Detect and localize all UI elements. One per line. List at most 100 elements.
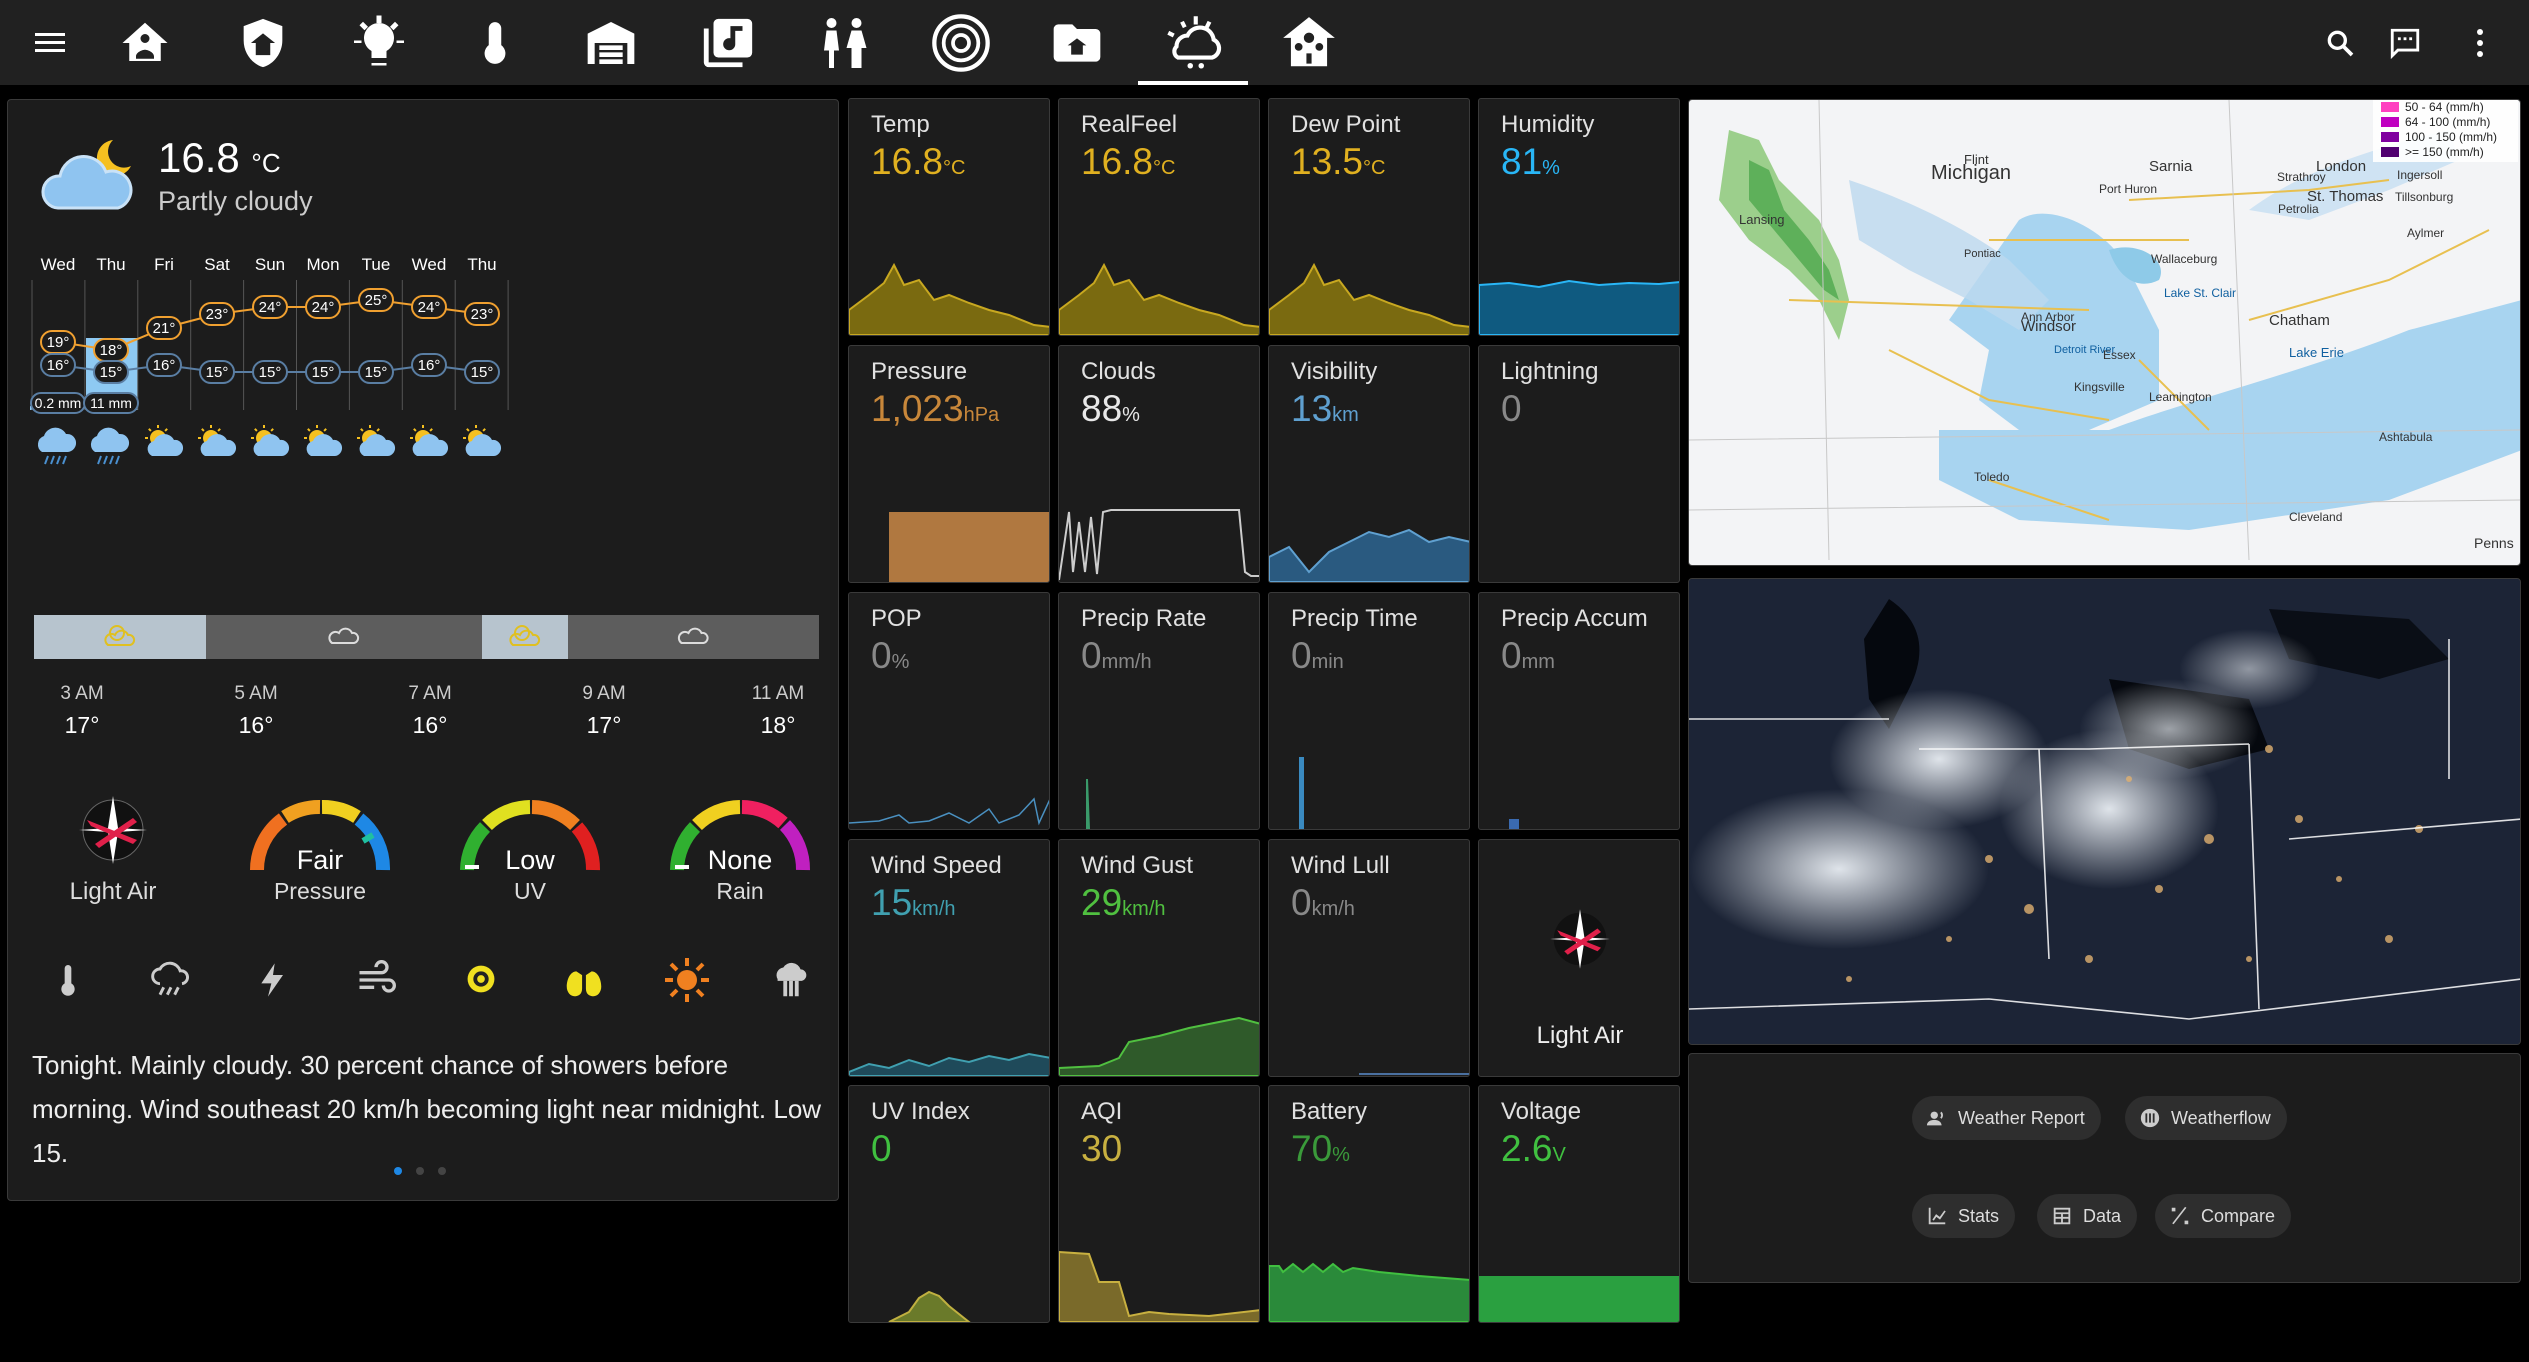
lungs-icon[interactable] bbox=[561, 956, 607, 1002]
hour-temp: 18° bbox=[760, 712, 796, 738]
hour-time: 9 AM bbox=[582, 683, 626, 704]
weatherflow-icon bbox=[2140, 1108, 2160, 1128]
rain-gauge-value: None bbox=[707, 845, 773, 875]
media-icon[interactable] bbox=[693, 0, 763, 85]
uv-index-tile[interactable]: UV Index 0 bbox=[848, 1085, 1050, 1323]
high-temp-pill: 19° bbox=[40, 330, 76, 354]
sparkline bbox=[1359, 1073, 1469, 1075]
pop-tile[interactable]: POP 0% bbox=[848, 592, 1050, 830]
home-icon[interactable] bbox=[110, 0, 180, 85]
lightbulb-icon[interactable] bbox=[344, 0, 414, 85]
people-icon[interactable] bbox=[809, 0, 879, 85]
hour-temp: 16° bbox=[412, 712, 448, 738]
wind-speed-tile[interactable]: Wind Speed 15km/h bbox=[848, 839, 1050, 1077]
tile-value: 88% bbox=[1081, 388, 1140, 429]
daily-temperature-chart: 19° 16° 18° 15° 21° 16° 23° 15° 24° 15° 24° 15° 25° 1… bbox=[30, 280, 509, 465]
partly-sunny-icon bbox=[463, 425, 502, 456]
sparkline bbox=[849, 1052, 1049, 1076]
tile-label: Battery bbox=[1291, 1098, 1368, 1125]
visibility-tile[interactable]: Visibility 13km bbox=[1268, 345, 1470, 583]
wind-icon[interactable] bbox=[353, 958, 399, 1002]
chat-icon[interactable] bbox=[2380, 0, 2430, 85]
rain-icon[interactable] bbox=[148, 958, 194, 1002]
battery-tile[interactable]: Battery 70% bbox=[1268, 1085, 1470, 1323]
svg-text:15°: 15° bbox=[100, 364, 123, 381]
garage-icon[interactable] bbox=[576, 0, 646, 85]
home-automation-icon[interactable] bbox=[1274, 0, 1344, 85]
tile-label: AQI bbox=[1081, 1098, 1123, 1125]
aqi-tile[interactable]: AQI 30 bbox=[1058, 1085, 1260, 1323]
sparkline bbox=[1479, 996, 1680, 1076]
low-temp-pill: 15° bbox=[199, 360, 235, 384]
cloud-tree-icon[interactable] bbox=[768, 956, 814, 1002]
radar-map[interactable]: Michigan Flint Sarnia Strathroy London Ingers… bbox=[1688, 99, 2521, 566]
pagination-dots[interactable] bbox=[394, 1167, 446, 1175]
more-vertical-icon[interactable] bbox=[2460, 0, 2500, 85]
svg-text:16°: 16° bbox=[153, 357, 176, 374]
sparkline bbox=[1269, 1262, 1469, 1322]
precip-time-tile[interactable]: Precip Time 0min bbox=[1268, 592, 1470, 830]
weatherflow-label: Weatherflow bbox=[2171, 1107, 2271, 1128]
weatherflow-button[interactable]: Weatherflow bbox=[2125, 1096, 2287, 1140]
thermometer-icon[interactable] bbox=[48, 958, 88, 1002]
dew-point-tile[interactable]: Dew Point 13.5°C bbox=[1268, 98, 1470, 336]
wind-lull-tile[interactable]: Wind Lull 0km/h bbox=[1268, 839, 1470, 1077]
svg-text:11 mm: 11 mm bbox=[90, 395, 132, 411]
sparkline bbox=[1479, 1276, 1679, 1322]
clouds-tile[interactable]: Clouds 88% bbox=[1058, 345, 1260, 583]
tile-label: UV Index bbox=[871, 1098, 970, 1125]
pressure-tile[interactable]: Pressure 1,023hPa bbox=[848, 345, 1050, 583]
sun-icon[interactable] bbox=[663, 956, 711, 1004]
tile-value: 16.8°C bbox=[1081, 141, 1176, 182]
search-icon[interactable] bbox=[2315, 0, 2365, 85]
temp-tile[interactable]: Temp 16.8°C bbox=[848, 98, 1050, 336]
sparkline bbox=[849, 262, 1049, 335]
tile-value: 0% bbox=[871, 635, 910, 676]
wind-gust-tile[interactable]: Wind Gust 29km/h bbox=[1058, 839, 1260, 1077]
low-temp-pill: 15° bbox=[464, 360, 500, 384]
tile-value: 81% bbox=[1501, 141, 1560, 182]
tile-value: 0min bbox=[1291, 635, 1344, 676]
map-place-label: Wallaceburg bbox=[2151, 252, 2218, 266]
lightning-tile[interactable]: Lightning 0 bbox=[1478, 345, 1680, 583]
page-dot-active[interactable] bbox=[394, 1167, 402, 1175]
legend-item: 64 - 100 (mm/h) bbox=[2381, 115, 2490, 129]
high-temp-pill: 23° bbox=[464, 302, 500, 326]
partly-sunny-icon bbox=[410, 425, 449, 456]
speaker-icon[interactable] bbox=[926, 0, 996, 85]
tile-value: 0 bbox=[1501, 388, 1522, 429]
hour-time: 3 AM bbox=[60, 683, 104, 704]
page-dot[interactable] bbox=[438, 1167, 446, 1175]
precip-rate-tile[interactable]: Precip Rate 0mm/h bbox=[1058, 592, 1260, 830]
rain-icon bbox=[90, 427, 130, 465]
data-button[interactable]: Data bbox=[2037, 1194, 2138, 1238]
hour-temp: 16° bbox=[238, 712, 274, 738]
menu-icon[interactable] bbox=[20, 0, 80, 85]
satellite-image[interactable] bbox=[1688, 578, 2521, 1045]
compare-button[interactable]: Compare bbox=[2155, 1194, 2292, 1238]
light-air-tile[interactable]: Light Air bbox=[1478, 839, 1680, 1077]
tile-value: 0km/h bbox=[1291, 882, 1355, 923]
weather-icon[interactable] bbox=[1138, 0, 1248, 85]
realfeel-tile[interactable]: RealFeel 16.8°C bbox=[1058, 98, 1260, 336]
pollen-icon[interactable] bbox=[458, 956, 504, 1002]
folder-home-icon[interactable] bbox=[1042, 0, 1112, 85]
voltage-tile[interactable]: Voltage 2.6V bbox=[1478, 1085, 1680, 1323]
shield-home-icon[interactable] bbox=[228, 0, 298, 85]
thermometer-icon[interactable] bbox=[460, 0, 530, 85]
humidity-tile[interactable]: Humidity 81% bbox=[1478, 98, 1680, 336]
stats-button[interactable]: Stats bbox=[1912, 1194, 2016, 1238]
weather-report-button[interactable]: Weather Report bbox=[1912, 1096, 2101, 1140]
precip-accum-tile[interactable]: Precip Accum 0mm bbox=[1478, 592, 1680, 830]
sparkline bbox=[1299, 757, 1304, 829]
uv-gauge-label: UV bbox=[514, 878, 546, 904]
svg-text:16°: 16° bbox=[47, 357, 70, 374]
page-dot[interactable] bbox=[416, 1167, 424, 1175]
tile-label: Wind Gust bbox=[1081, 852, 1194, 879]
lightning-icon[interactable] bbox=[253, 958, 293, 1002]
pressure-gauge-value: Fair bbox=[296, 845, 344, 875]
legend-label: 50 - 64 (mm/h) bbox=[2405, 100, 2484, 114]
map-place-label: Pontiac bbox=[1964, 248, 2001, 260]
hourly-segment bbox=[482, 615, 568, 659]
map-place-label: Toledo bbox=[1974, 470, 2010, 484]
